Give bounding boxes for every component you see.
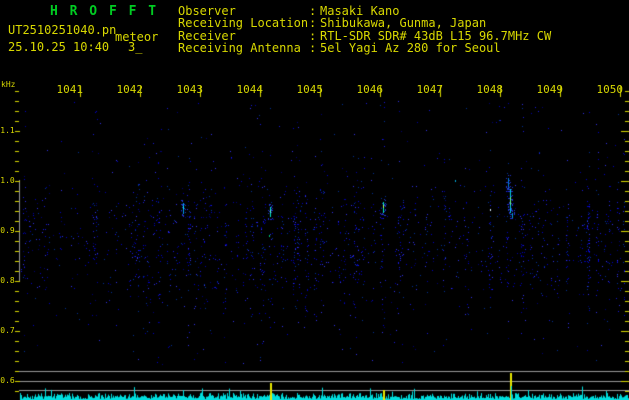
info-value: 5el Yagi Az 280 for Seoul	[320, 40, 501, 55]
info-value: RTL-SDR SDR# 43dB L15 96.7MHz CW	[320, 28, 552, 43]
spectrogram-canvas	[0, 0, 629, 400]
time-tick-label: 1045	[296, 83, 324, 96]
time-tick-label: 1048	[476, 83, 504, 96]
info-separator: :	[309, 16, 317, 31]
time-tick-label: 1046	[356, 83, 384, 96]
time-tick-label: 1047	[416, 83, 444, 96]
time-tick-label: 1042	[116, 83, 144, 96]
hrofft-screen: H R O F F T UT2510251040.pn meteor 25.10…	[0, 0, 629, 400]
freq-tick-label: 0.8	[0, 276, 15, 285]
freq-unit-label: kHz	[1, 80, 16, 89]
info-label: Observer	[178, 4, 236, 18]
info-value: Masaki Kano	[320, 4, 400, 18]
time-tick-label: 1044	[236, 83, 264, 96]
time-tick-label: 1050	[596, 83, 624, 96]
counter-label: 3_	[128, 40, 143, 54]
info-separator: :	[309, 40, 317, 55]
filename-label: UT2510251040.pn	[8, 23, 117, 37]
info-separator: :	[309, 4, 317, 18]
freq-tick-label: 0.9	[0, 226, 15, 235]
info-separator: :	[309, 28, 317, 43]
info-label: Receiving Antenna	[178, 40, 301, 55]
info-label: Receiver	[178, 28, 236, 43]
freq-tick-label: 0.6	[0, 376, 15, 385]
info-label: Receiving Location	[178, 16, 309, 31]
freq-tick-label: 1.0	[0, 176, 15, 185]
freq-tick-label: 0.7	[0, 326, 15, 335]
freq-tick-label: 1.1	[0, 126, 15, 135]
app-title: H R O F F T	[50, 4, 159, 19]
datetime-label: 25.10.25 10:40	[8, 40, 110, 54]
time-tick-label: 1043	[176, 83, 204, 96]
info-value: Shibukawa, Gunma, Japan	[320, 16, 487, 31]
time-tick-label: 1049	[536, 83, 564, 96]
time-tick-label: 1041	[56, 83, 84, 96]
